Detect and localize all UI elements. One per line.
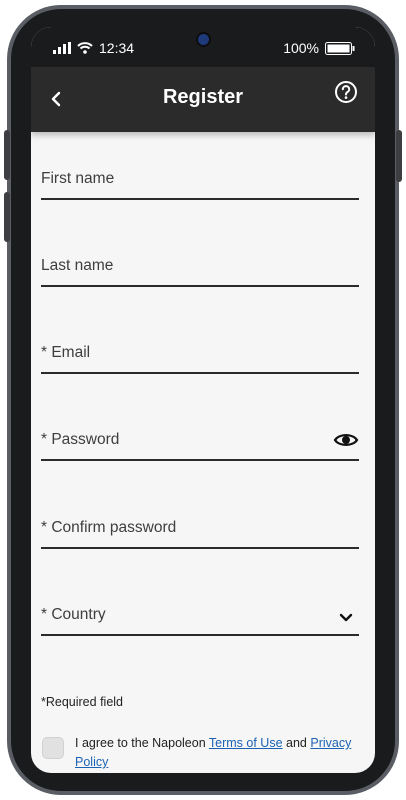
status-time: 12:34 [99,40,135,56]
confirm-password-field[interactable]: * Confirm password [41,517,359,549]
phone-side-button [4,192,10,242]
terms-and: and [282,736,311,750]
password-field[interactable]: * Password [41,429,359,461]
status-bar: 12:34 100% [31,27,375,67]
phone-side-button [4,130,10,180]
app-bar: Register [31,67,375,132]
terms-agreement: I agree to the Napoleon Terms of Use and… [75,734,365,772]
battery-percent: 100% [283,40,319,56]
email-label: * Email [41,344,91,361]
last-name-label: Last name [41,257,114,274]
phone-side-button [396,130,402,182]
battery-icon [325,41,355,55]
country-select[interactable]: * Country [41,604,359,636]
password-label: * Password [41,431,120,448]
help-icon[interactable] [333,79,359,105]
wifi-icon [77,42,93,54]
terms-checkbox[interactable] [42,737,64,759]
status-left: 12:34 [53,40,134,56]
country-label: * Country [41,606,106,623]
required-field-note: *Required field [41,695,123,709]
signal-icon [53,42,71,54]
page-title: Register [162,86,244,108]
eye-icon[interactable] [333,427,359,453]
first-name-field[interactable]: First name [41,168,359,200]
email-field[interactable]: * Email [41,342,359,374]
last-name-field[interactable]: Last name [41,255,359,287]
first-name-label: First name [41,170,115,187]
terms-prefix: I agree to the Napoleon [75,736,209,750]
terms-of-use-link[interactable]: Terms of Use [209,736,283,750]
screen: 12:34 100% Register First name Last name [31,27,375,773]
confirm-password-label: * Confirm password [41,519,177,536]
camera-icon [198,34,209,45]
chevron-down-icon [339,613,353,622]
status-right: 100% [283,40,355,56]
